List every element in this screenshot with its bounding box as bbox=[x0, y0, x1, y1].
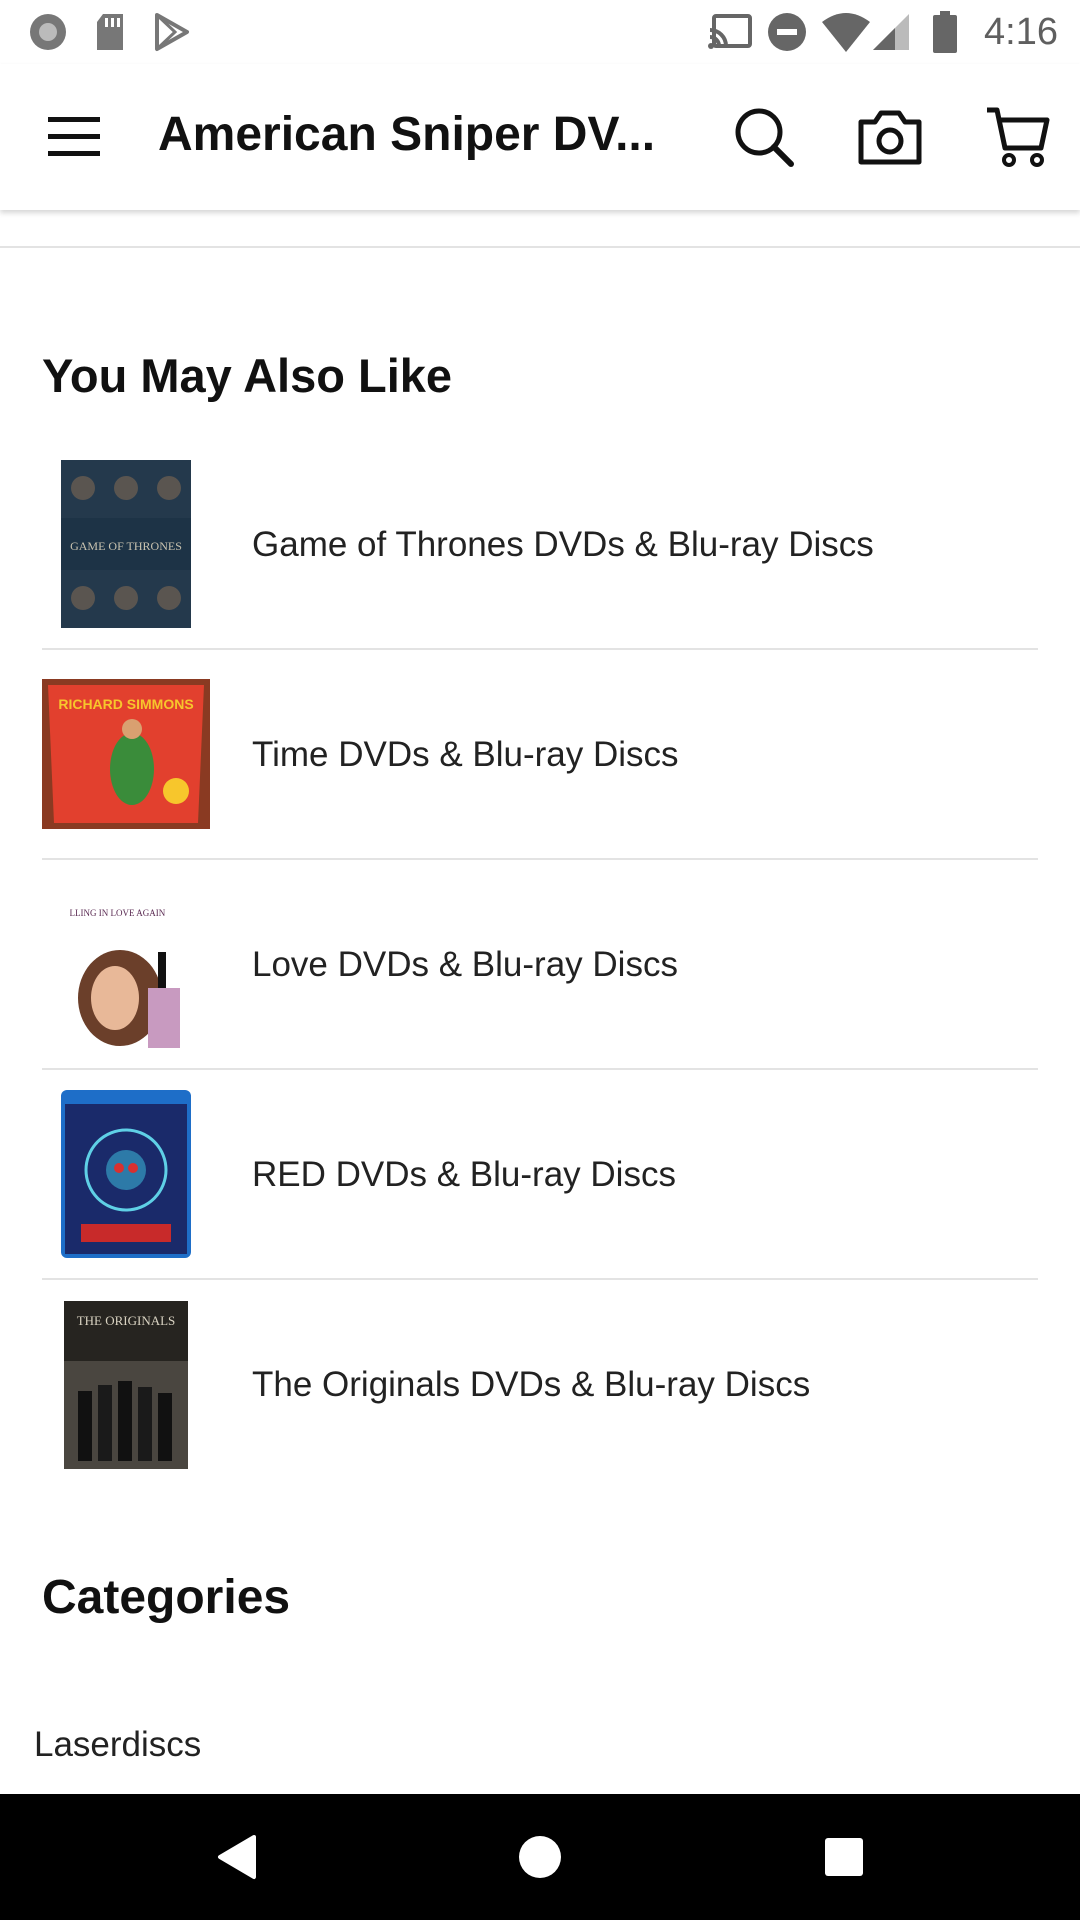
signal-icon bbox=[870, 0, 912, 64]
the-originals-thumbnail: THE ORIGINALS bbox=[64, 1301, 188, 1469]
list-item-label: The Originals DVDs & Blu-ray Discs bbox=[252, 1365, 811, 1404]
back-icon[interactable] bbox=[176, 1794, 296, 1920]
list-item-label: Game of Thrones DVDs & Blu-ray Discs bbox=[252, 525, 874, 564]
navigation-bar bbox=[0, 1794, 1080, 1920]
camera-icon[interactable] bbox=[848, 64, 932, 210]
category-item-laserdiscs[interactable]: Laserdiscs bbox=[34, 1725, 201, 1765]
status-bar: 4:16 bbox=[0, 0, 1080, 64]
thumb-text: RICHARD SIMMONS bbox=[58, 696, 193, 712]
list-item-label: Love DVDs & Blu-ray Discs bbox=[252, 945, 678, 984]
thumb-text: GAME OF THRONES bbox=[70, 539, 182, 553]
game-of-thrones-thumbnail: GAME OF THRONES bbox=[61, 460, 191, 628]
recents-icon[interactable] bbox=[784, 1794, 904, 1920]
thumb-text: FALLING IN LOVE AGAIN bbox=[70, 908, 166, 918]
app-bar: American Sniper DV... bbox=[0, 64, 1080, 210]
list-item[interactable]: FALLING IN LOVE AGAIN Love DVDs & Blu-ra… bbox=[42, 860, 1038, 1070]
search-icon[interactable] bbox=[722, 64, 806, 210]
do-not-disturb-icon bbox=[766, 0, 808, 64]
cart-icon[interactable] bbox=[976, 64, 1060, 210]
page-title: American Sniper DV... bbox=[158, 108, 656, 161]
home-icon[interactable] bbox=[480, 1794, 600, 1920]
list-item[interactable]: RED DVDs & Blu-ray Discs bbox=[42, 1070, 1038, 1280]
wifi-icon bbox=[822, 0, 870, 64]
divider bbox=[0, 246, 1080, 248]
thumb-text: THE ORIGINALS bbox=[77, 1313, 176, 1328]
list-item-label: Time DVDs & Blu-ray Discs bbox=[252, 735, 679, 774]
play-store-icon bbox=[152, 0, 192, 64]
richard-simmons-thumbnail: RICHARD SIMMONS bbox=[42, 679, 210, 829]
menu-icon[interactable] bbox=[34, 64, 114, 210]
status-time: 4:16 bbox=[984, 11, 1058, 53]
categories-title: Categories bbox=[42, 1571, 291, 1624]
battery-icon bbox=[930, 0, 960, 64]
list-item-label: RED DVDs & Blu-ray Discs bbox=[252, 1155, 676, 1194]
cast-icon bbox=[708, 0, 752, 64]
list-item[interactable]: RICHARD SIMMONS Time DVDs & Blu-ray Disc… bbox=[42, 650, 1038, 860]
list-item[interactable]: THE ORIGINALS The Originals DVDs & Blu-r… bbox=[42, 1280, 1038, 1490]
falling-in-love-again-thumbnail: FALLING IN LOVE AGAIN bbox=[70, 880, 180, 1048]
sd-card-icon bbox=[92, 0, 128, 64]
list-item[interactable]: GAME OF THRONES Game of Thrones DVDs & B… bbox=[42, 440, 1038, 650]
record-icon bbox=[26, 0, 70, 64]
recommendations-list: GAME OF THRONES Game of Thrones DVDs & B… bbox=[42, 440, 1038, 1490]
red-bluray-thumbnail bbox=[61, 1090, 191, 1258]
recommendations-title: You May Also Like bbox=[42, 349, 453, 402]
